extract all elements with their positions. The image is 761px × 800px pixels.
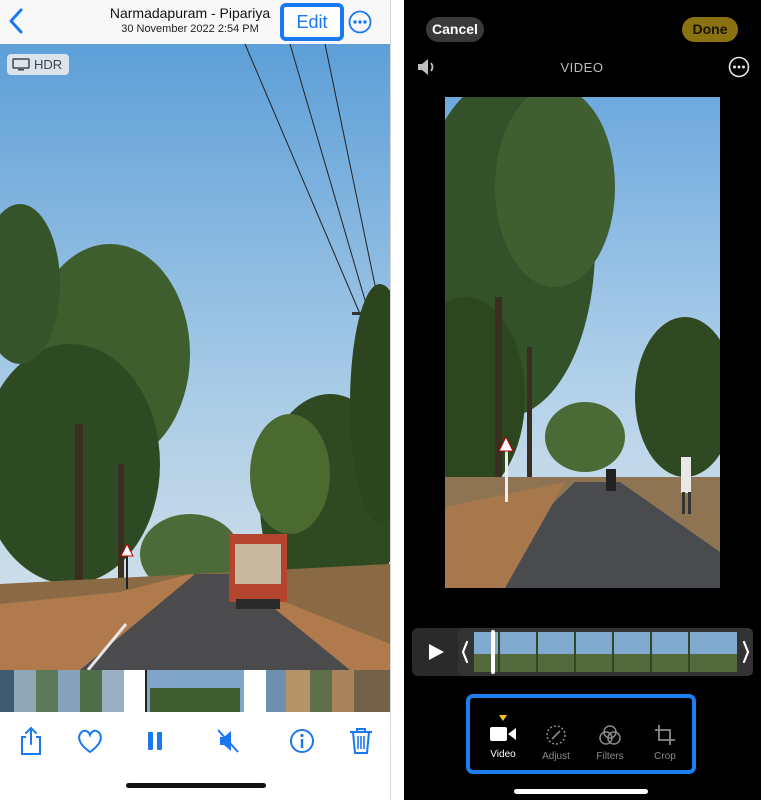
tool-filters[interactable]: Filters [585,706,635,768]
more-options-icon[interactable] [348,10,372,34]
tool-video[interactable]: Video [478,706,528,768]
trim-timeline[interactable] [412,628,753,676]
mute-icon[interactable] [214,726,242,756]
more-options-icon[interactable] [728,56,750,78]
tool-adjust-label: Adjust [542,751,570,762]
home-indicator [514,789,648,794]
back-chevron-icon[interactable] [6,6,26,36]
playhead[interactable] [491,630,495,674]
cancel-button[interactable]: Cancel [426,17,484,42]
video-editor-screen: Cancel Done VIDEO Video Adjust Filters C… [404,0,761,800]
speaker-icon[interactable] [416,56,440,78]
photos-viewer-screen: Narmadapuram - Pipariya 30 November 2022… [0,0,390,800]
video-frame-road-trees[interactable] [0,44,390,670]
tool-adjust[interactable]: Adjust [531,706,581,768]
frame-strip[interactable] [458,628,753,676]
heart-icon[interactable] [76,726,104,756]
info-icon[interactable] [288,726,316,756]
video-camera-icon [490,727,516,741]
filters-icon [599,725,621,745]
tool-filters-label: Filters [596,751,624,762]
crop-icon [655,725,675,745]
hdr-label: HDR [34,57,63,72]
video-preview [445,97,720,588]
adjust-dial-icon [546,725,566,745]
trash-icon[interactable] [347,726,375,756]
done-button[interactable]: Done [682,17,738,42]
tool-video-label: Video [490,749,516,760]
edit-button[interactable]: Edit [280,3,344,41]
home-indicator [126,783,266,788]
date-time-subtitle: 30 November 2022 2:54 PM [121,23,259,35]
edit-tools-bar: Video Adjust Filters Crop [466,694,696,774]
nav-bar: Narmadapuram - Pipariya 30 November 2022… [0,0,390,44]
mode-label: VIDEO [560,60,604,75]
thumbnail-scrubber[interactable] [0,670,390,712]
pause-icon[interactable] [141,726,169,756]
display-icon [12,58,30,71]
tool-crop[interactable]: Crop [640,706,690,768]
share-icon[interactable] [17,726,45,756]
location-title: Narmadapuram - Pipariya [109,5,271,21]
hdr-badge: HDR [7,54,69,75]
tool-crop-label: Crop [654,751,676,762]
divider [390,0,391,800]
play-icon[interactable] [426,642,446,662]
